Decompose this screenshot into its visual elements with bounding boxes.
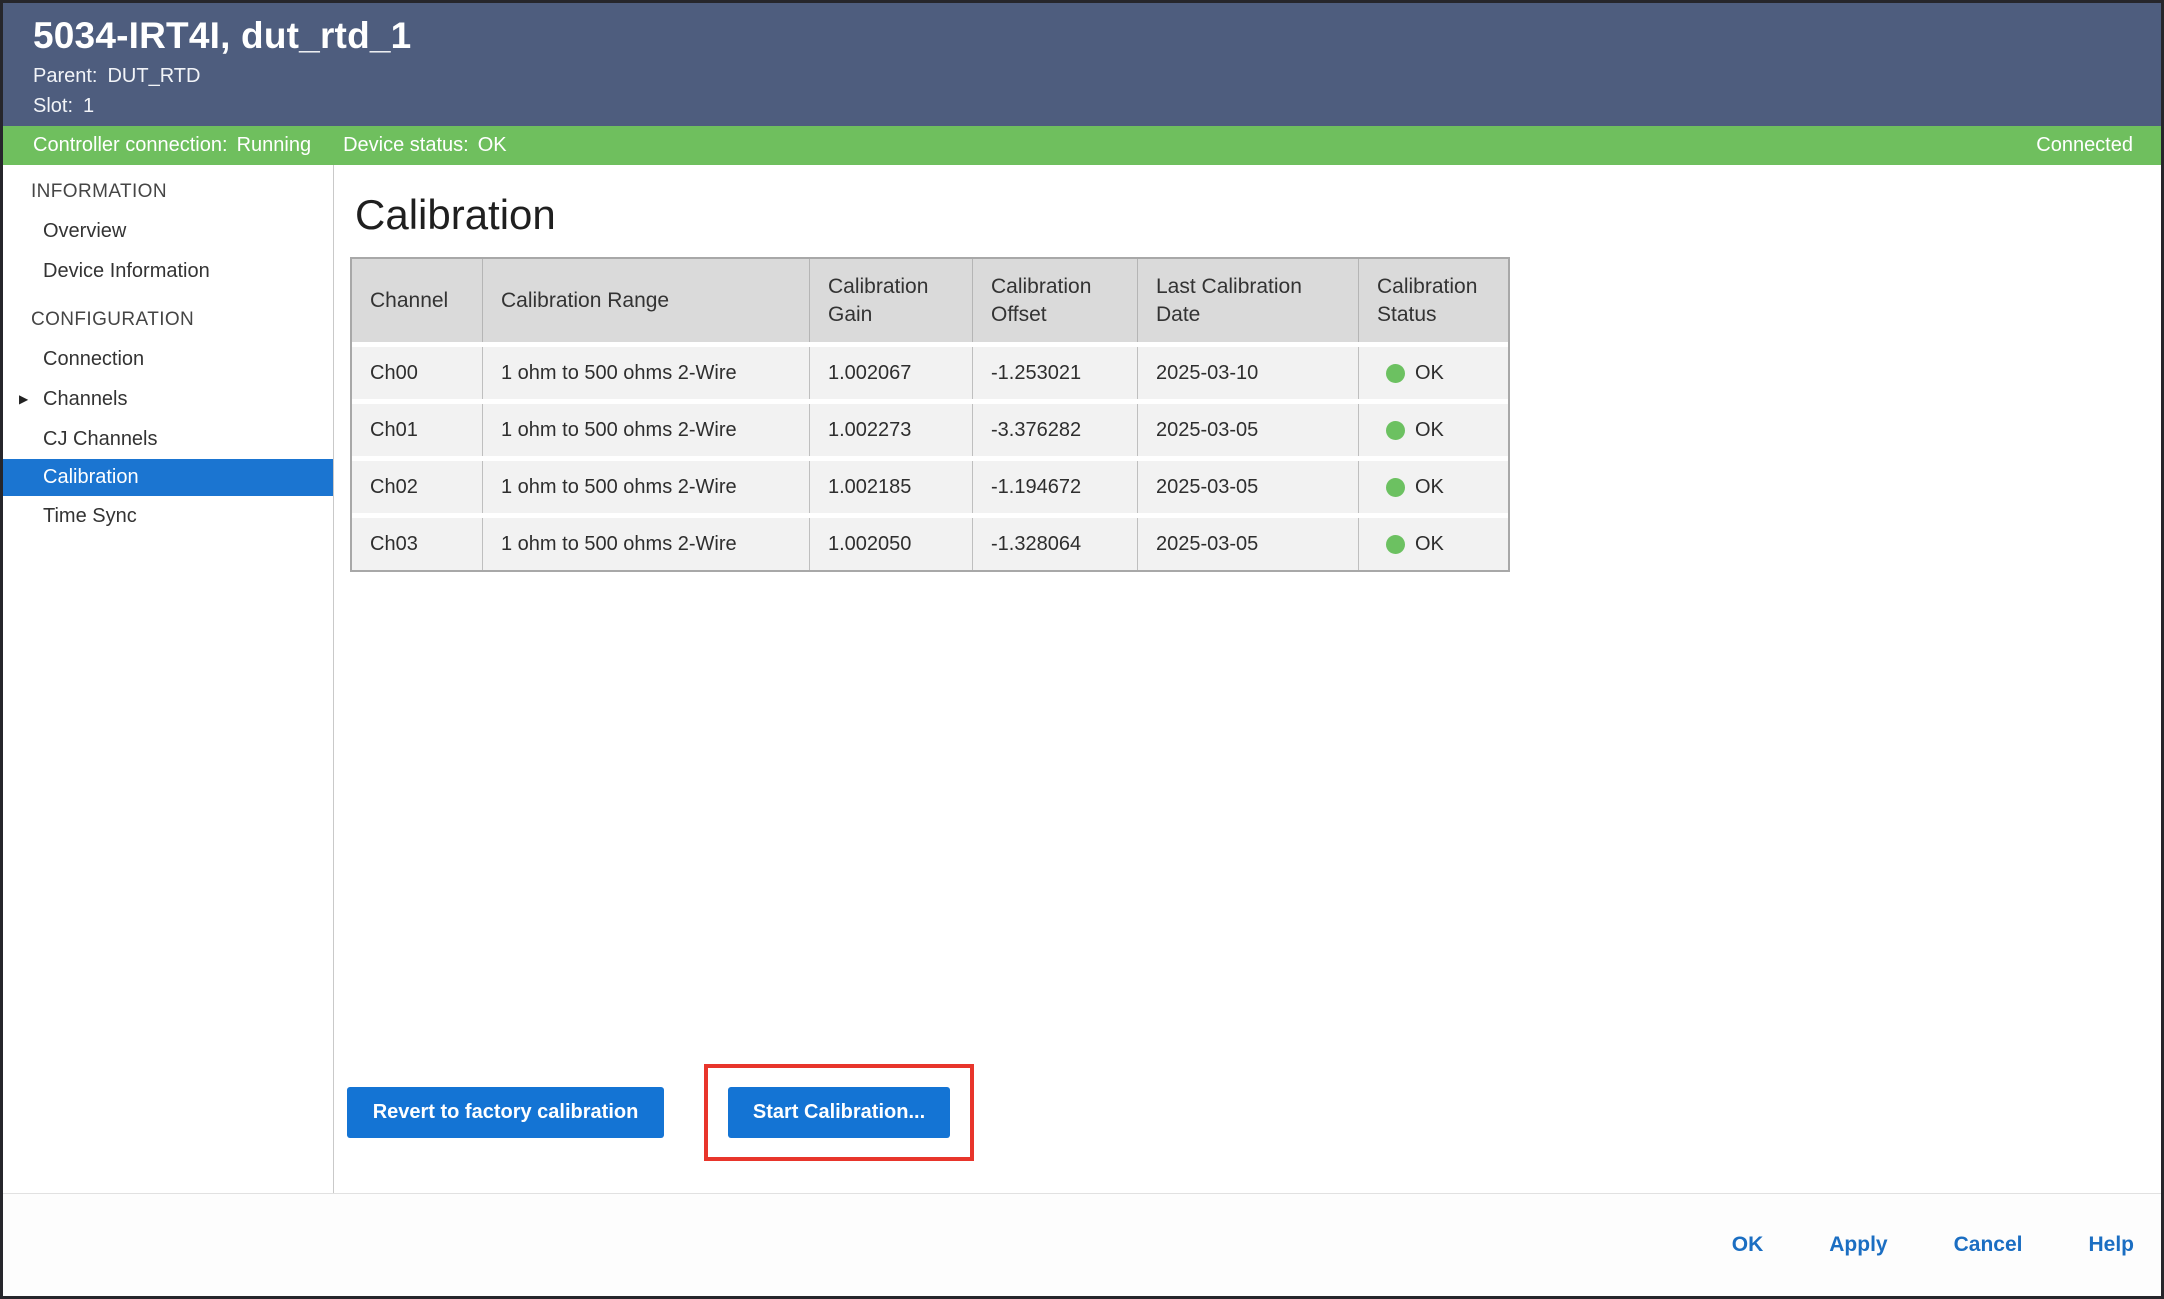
device-status-label: Device status: (343, 134, 469, 157)
cell-status: OK (1359, 404, 1508, 456)
cell-channel: Ch02 (352, 461, 483, 513)
slot-row: Slot: 1 (33, 95, 2131, 118)
revert-to-factory-calibration-button[interactable]: Revert to factory calibration (347, 1087, 664, 1138)
table-row: Ch03 1 ohm to 500 ohms 2-Wire 1.002050 -… (352, 518, 1508, 570)
cell-date: 2025-03-05 (1138, 461, 1359, 513)
sidebar-item-connection[interactable]: Connection (3, 339, 333, 379)
cell-status: OK (1359, 347, 1508, 399)
cell-range: 1 ohm to 500 ohms 2-Wire (483, 404, 810, 456)
sidebar-item-time-sync[interactable]: Time Sync (3, 496, 333, 536)
sidebar-item-calibration[interactable]: Calibration (3, 459, 333, 496)
cell-offset: -1.194672 (973, 461, 1138, 513)
table-row: Ch00 1 ohm to 500 ohms 2-Wire 1.002067 -… (352, 347, 1508, 399)
sidebar-item-device-information[interactable]: Device Information (3, 251, 333, 291)
sidebar-section-configuration: CONFIGURATION (3, 301, 333, 339)
device-status-value: OK (478, 134, 507, 157)
controller-connection-label: Controller connection: (33, 134, 228, 157)
calibration-actions: Revert to factory calibration Start Cali… (347, 1064, 2161, 1161)
cell-gain: 1.002050 (810, 518, 973, 570)
cell-channel: Ch00 (352, 347, 483, 399)
cell-offset: -1.328064 (973, 518, 1138, 570)
help-button[interactable]: Help (2088, 1233, 2134, 1257)
col-header-calibration-range: Calibration Range (483, 259, 810, 342)
cell-date: 2025-03-05 (1138, 404, 1359, 456)
cell-gain: 1.002067 (810, 347, 973, 399)
col-header-channel: Channel (352, 259, 483, 342)
apply-button[interactable]: Apply (1829, 1233, 1887, 1257)
status-ok-dot (1386, 364, 1405, 383)
cancel-button[interactable]: Cancel (1954, 1233, 2023, 1257)
device-title: 5034-IRT4I, dut_rtd_1 (33, 15, 2131, 58)
col-header-last-calibration-date: Last Calibration Date (1138, 259, 1359, 342)
sidebar-item-cj-channels[interactable]: CJ Channels (3, 419, 333, 459)
cell-channel: Ch03 (352, 518, 483, 570)
connected-badge: Connected (2036, 134, 2133, 157)
sidebar-item-channels[interactable]: ▶ Channels (3, 379, 333, 419)
sidebar-item-channels-label: Channels (43, 388, 128, 410)
col-header-calibration-gain: Calibration Gain (810, 259, 973, 342)
content-area: INFORMATION Overview Device Information … (3, 165, 2161, 1193)
main-panel: Calibration Channel Calibration Range Ca… (334, 165, 2161, 1193)
sidebar-section-gap (3, 291, 333, 301)
connection-status-bar: Controller connection: Running Device st… (3, 126, 2161, 165)
cell-date: 2025-03-05 (1138, 518, 1359, 570)
cell-range: 1 ohm to 500 ohms 2-Wire (483, 347, 810, 399)
cell-channel: Ch01 (352, 404, 483, 456)
slot-label: Slot: (33, 95, 73, 118)
col-header-calibration-status: Calibration Status (1359, 259, 1508, 342)
table-row: Ch02 1 ohm to 500 ohms 2-Wire 1.002185 -… (352, 461, 1508, 513)
cell-gain: 1.002273 (810, 404, 973, 456)
parent-label: Parent: (33, 65, 97, 88)
start-calibration-button[interactable]: Start Calibration... (728, 1087, 950, 1138)
controller-connection-status: Controller connection: Running (33, 134, 311, 157)
status-ok-dot (1386, 421, 1405, 440)
table-row: Ch01 1 ohm to 500 ohms 2-Wire 1.002273 -… (352, 404, 1508, 456)
cell-range: 1 ohm to 500 ohms 2-Wire (483, 461, 810, 513)
status-ok-dot (1386, 535, 1405, 554)
cell-status: OK (1359, 518, 1508, 570)
cell-range: 1 ohm to 500 ohms 2-Wire (483, 518, 810, 570)
status-text: OK (1415, 533, 1444, 556)
sidebar-item-overview[interactable]: Overview (3, 211, 333, 251)
expand-arrow-icon[interactable]: ▶ (19, 379, 28, 419)
slot-value: 1 (83, 95, 94, 118)
red-highlight-annotation: Start Calibration... (704, 1064, 974, 1161)
parent-value: DUT_RTD (107, 65, 200, 88)
titlebar: 5034-IRT4I, dut_rtd_1 Parent: DUT_RTD Sl… (3, 3, 2161, 126)
table-header-row: Channel Calibration Range Calibration Ga… (352, 259, 1508, 342)
device-config-window: 5034-IRT4I, dut_rtd_1 Parent: DUT_RTD Sl… (0, 0, 2164, 1299)
cell-date: 2025-03-10 (1138, 347, 1359, 399)
status-text: OK (1415, 419, 1444, 442)
sidebar-section-information: INFORMATION (3, 173, 333, 211)
status-ok-dot (1386, 478, 1405, 497)
cell-offset: -3.376282 (973, 404, 1138, 456)
status-bar-left: Controller connection: Running Device st… (33, 134, 507, 157)
calibration-table: Channel Calibration Range Calibration Ga… (350, 257, 1510, 572)
cell-offset: -1.253021 (973, 347, 1138, 399)
controller-connection-value: Running (237, 134, 312, 157)
col-header-calibration-offset: Calibration Offset (973, 259, 1138, 342)
status-text: OK (1415, 476, 1444, 499)
page-title: Calibration (355, 191, 2161, 239)
cell-status: OK (1359, 461, 1508, 513)
status-text: OK (1415, 362, 1444, 385)
parent-row: Parent: DUT_RTD (33, 65, 2131, 88)
dialog-footer: OK Apply Cancel Help (3, 1193, 2161, 1296)
device-status: Device status: OK (343, 134, 507, 157)
sidebar-nav: INFORMATION Overview Device Information … (3, 165, 334, 1193)
cell-gain: 1.002185 (810, 461, 973, 513)
ok-button[interactable]: OK (1732, 1233, 1764, 1257)
